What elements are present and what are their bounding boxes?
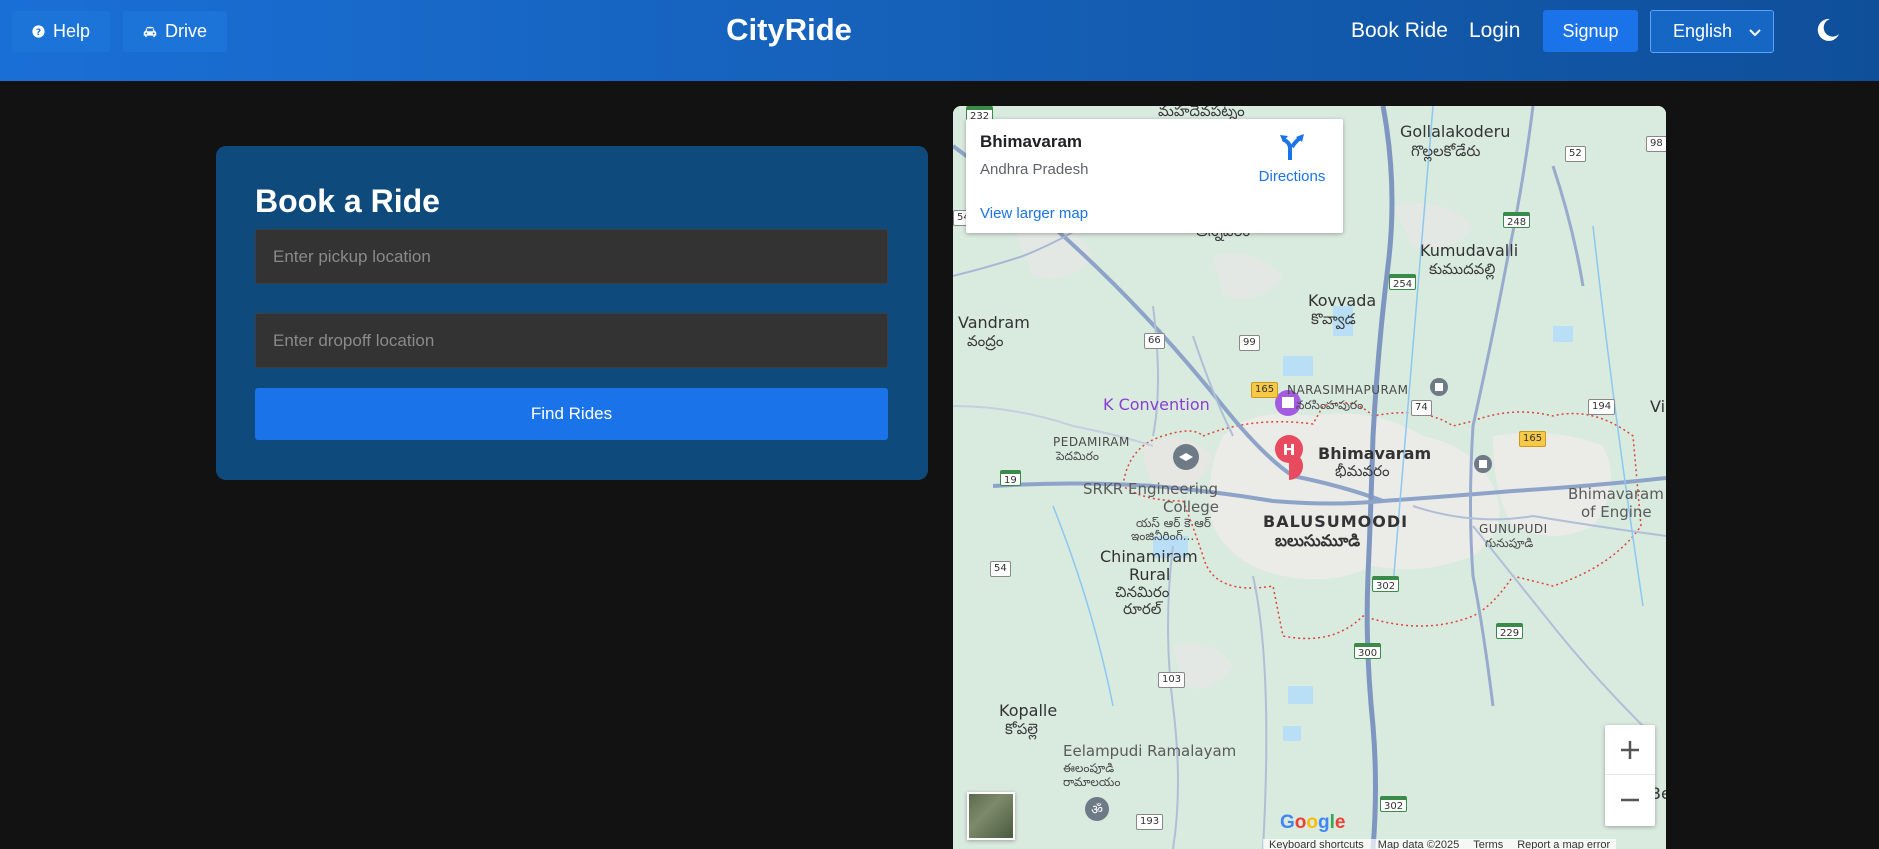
moon-icon[interactable]	[1815, 17, 1841, 43]
help-label: Help	[52, 21, 90, 41]
map-label-narasimhapuram: NARASIMHAPURAM	[1287, 383, 1409, 397]
map-attribution: Keyboard shortcuts Map data ©2025 Terms …	[1263, 839, 1617, 849]
zoom-controls	[1605, 725, 1655, 826]
map-label-pedamiram-te: పెదమిరం	[1056, 449, 1099, 463]
satellite-toggle[interactable]	[967, 792, 1015, 840]
booking-title: Book a Ride	[255, 183, 440, 219]
find-rides-button[interactable]: Find Rides	[255, 388, 888, 440]
car-icon	[143, 26, 157, 37]
directions-button[interactable]: Directions	[1251, 133, 1333, 185]
drive-button[interactable]: Drive	[123, 11, 227, 52]
brand-title[interactable]: CityRide	[660, 12, 918, 48]
map-label-vandram-te: వంద్రం	[967, 332, 1004, 350]
place-info-card: Bhimavaram Andhra Pradesh View larger ma…	[966, 119, 1343, 233]
map-label-srkr-2: College	[1163, 498, 1219, 516]
language-select[interactable]: English	[1650, 10, 1774, 53]
signup-button[interactable]: Signup	[1543, 10, 1638, 52]
report-error-link[interactable]: Report a map error	[1517, 839, 1610, 849]
road-shield: 194	[1588, 399, 1616, 415]
road-shield: 302	[1380, 796, 1408, 812]
directions-icon	[1280, 134, 1304, 160]
map-label-vandram: Vandram	[958, 313, 1030, 332]
map-label-k-convention: K Convention	[1103, 395, 1210, 414]
map-label-chinamiram-2: Rural	[1129, 565, 1171, 584]
map-label-bhimavaram-institute: Bhimavaram	[1568, 485, 1664, 503]
road-shield: 99	[1239, 335, 1260, 351]
zoom-in-button[interactable]	[1605, 725, 1655, 775]
question-circle-icon: ?	[32, 25, 45, 38]
road-shield: 103	[1158, 672, 1186, 688]
map-label-balusumoodi-te: బలుసుమూడి	[1275, 531, 1361, 550]
map-label-srkr-te-2: ఇంజినీరింగ్...	[1131, 529, 1195, 543]
map-label-bhimavaram-institute-2: of Engine	[1581, 503, 1652, 521]
google-logo: Google	[1280, 812, 1346, 833]
minus-icon	[1621, 798, 1639, 802]
place-region: Andhra Pradesh	[980, 161, 1089, 178]
map-label-gollalakoderu: Gollalakoderu	[1400, 122, 1511, 141]
directions-label: Directions	[1258, 168, 1326, 185]
drive-label: Drive	[164, 21, 207, 41]
road-shield: 193	[1136, 814, 1164, 830]
svg-text:ॐ: ॐ	[1091, 803, 1103, 818]
plus-icon	[1621, 740, 1639, 759]
map-label-vi: Vi	[1650, 397, 1666, 416]
svg-text:H: H	[1283, 441, 1296, 459]
terms-link[interactable]: Terms	[1473, 839, 1503, 849]
map-label-kovvada-te: కొవ్వాడ	[1311, 310, 1356, 328]
road-shield: 165	[1251, 382, 1279, 398]
road-shield: 19	[1000, 470, 1021, 486]
place-name: Bhimavaram	[980, 132, 1083, 151]
map-embed[interactable]: H ॐ మహదేవపట్నం Gollalakoderu గొల్లలకోడేర…	[953, 106, 1666, 849]
map-data-text: Map data ©2025	[1377, 839, 1460, 849]
road-shield: 98	[1646, 136, 1666, 152]
chevron-down-icon	[1749, 29, 1761, 37]
map-label-gollalakoderu-te: గొల్లలకోడేరు	[1411, 142, 1481, 160]
map-label-gunupudi: GUNUPUDI	[1479, 522, 1548, 536]
map-label-bhimavaram: Bhimavaram	[1318, 444, 1432, 463]
map-label-kopalle: Kopalle	[999, 701, 1058, 720]
road-shield: 248	[1503, 212, 1531, 228]
road-shield: 74	[1411, 400, 1432, 416]
map-label-bhimavaram-te: భీమవరం	[1335, 462, 1390, 480]
map-label-srkr: SRKR Engineering	[1083, 480, 1218, 498]
map-label-gunupudi-te: గునుపూడి	[1485, 536, 1534, 550]
book-ride-link[interactable]: Book Ride	[1351, 19, 1448, 43]
dropoff-input[interactable]	[255, 313, 888, 368]
map-label-chinamiram-te-2: రూరల్	[1123, 600, 1162, 618]
map-label-kumudavalli: Kumudavalli	[1420, 241, 1519, 260]
map-label-pedamiram: PEDAMIRAM	[1053, 435, 1130, 449]
map-label-kovvada: Kovvada	[1308, 291, 1377, 310]
map-label-kopalle-te: కోపల్లె	[1005, 720, 1038, 738]
pickup-input[interactable]	[255, 229, 888, 284]
booking-card: Book a Ride Find Rides	[216, 146, 928, 480]
top-navbar: ? Help Drive CityRide Book Ride Login Si…	[0, 0, 1879, 81]
road-shield: 54	[990, 561, 1011, 577]
road-shield: 254	[1389, 274, 1417, 290]
road-shield: 300	[1354, 643, 1382, 659]
view-larger-map-link[interactable]: View larger map	[980, 205, 1088, 222]
road-shield: 229	[1496, 623, 1524, 639]
road-shield: 302	[1372, 576, 1400, 592]
zoom-out-button[interactable]	[1605, 775, 1655, 825]
map-label-balusumoodi: BALUSUMOODI	[1263, 512, 1409, 531]
road-shield: 165	[1519, 431, 1547, 447]
map-label-kumudavalli-te: కుముదవల్లి	[1429, 260, 1496, 278]
login-link[interactable]: Login	[1469, 19, 1520, 43]
language-value: English	[1673, 21, 1733, 41]
map-label-eelampudi: Eelampudi Ramalayam	[1063, 742, 1237, 760]
keyboard-shortcuts-link[interactable]: Keyboard shortcuts	[1269, 839, 1364, 849]
map-label-eelampudi-te-2: రామాలయం	[1063, 775, 1121, 789]
svg-text:?: ?	[36, 28, 41, 38]
map-label-chinamiram: Chinamiram	[1100, 547, 1198, 566]
map-label-narasimhapuram-te: నరసింహపురం	[1296, 398, 1364, 412]
help-button[interactable]: ? Help	[12, 11, 110, 52]
road-shield: 52	[1565, 146, 1586, 162]
road-shield: 66	[1144, 333, 1165, 349]
